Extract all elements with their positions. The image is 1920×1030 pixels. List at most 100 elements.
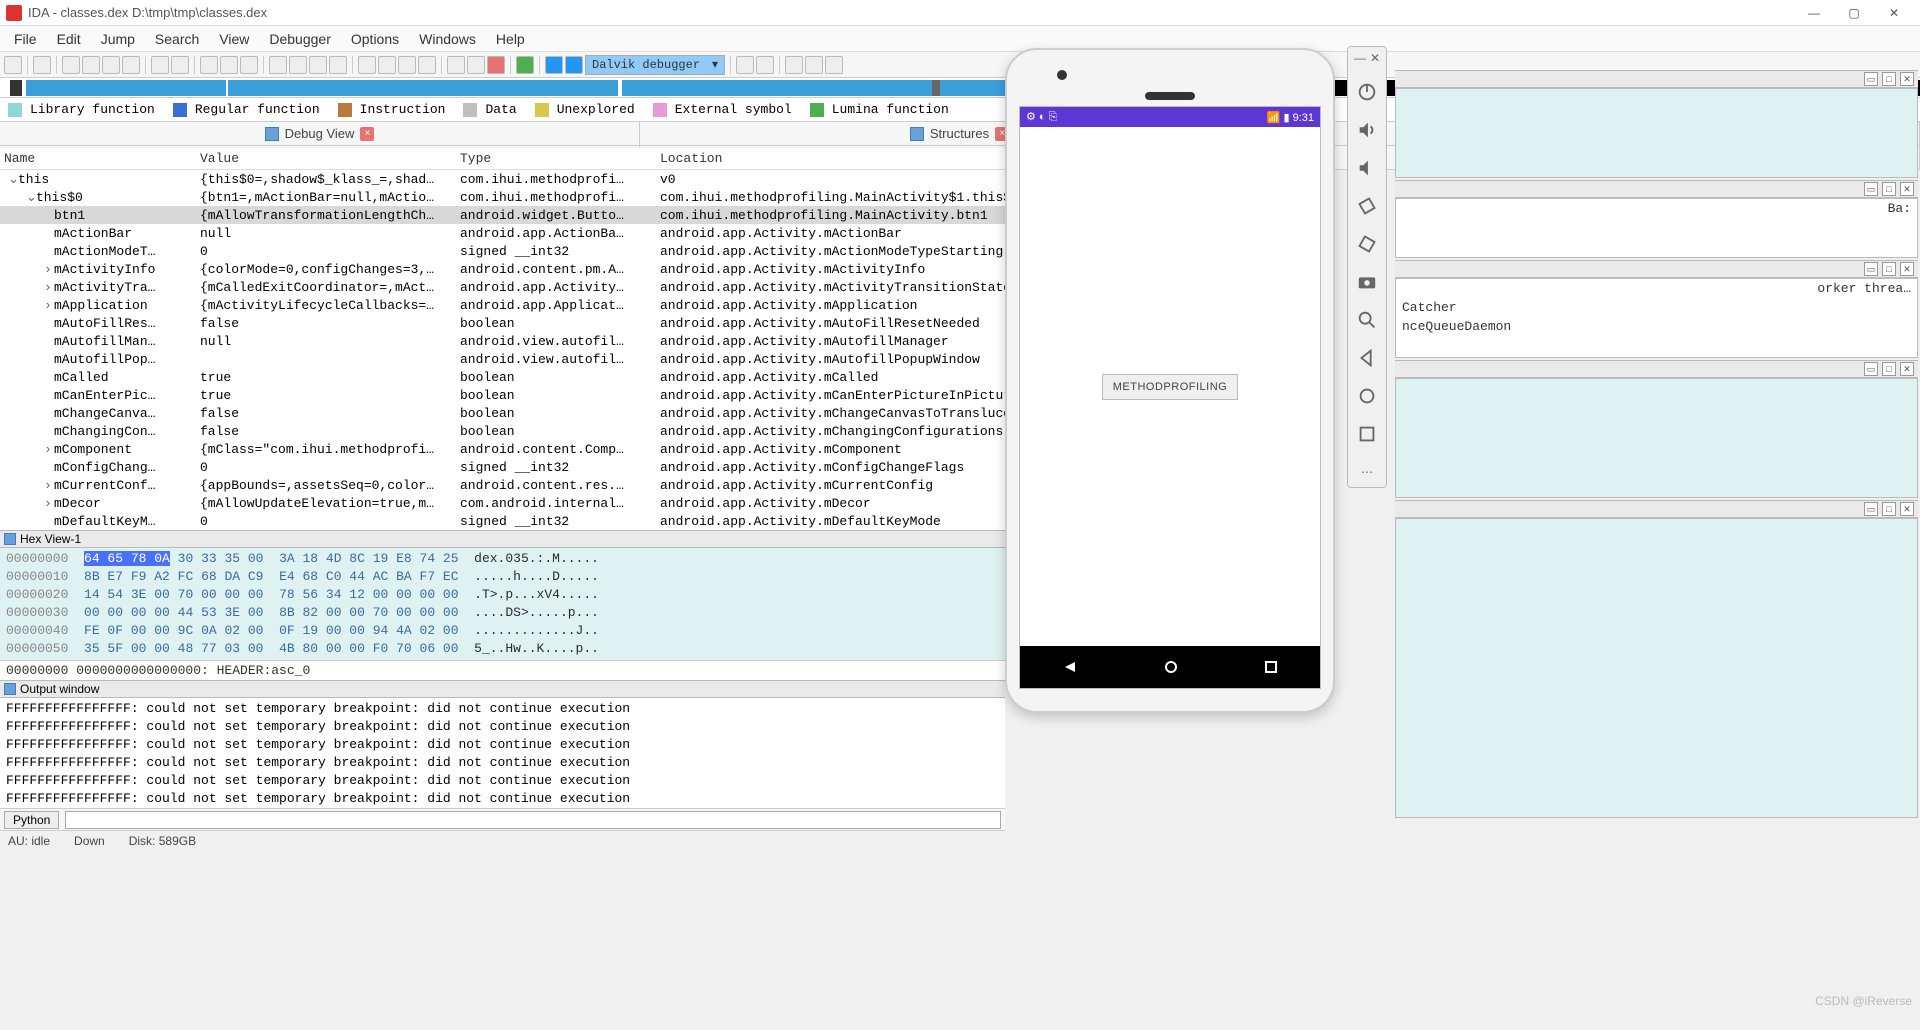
rpane2-max-icon[interactable]: □ [1882, 182, 1896, 196]
locals-row[interactable]: mAutofillPop…android.view.autofil…androi… [0, 350, 1005, 368]
func-icon[interactable] [289, 56, 307, 74]
col-value[interactable]: Value [200, 151, 460, 166]
locals-row[interactable]: mCanEnterPic…truebooleanandroid.app.Acti… [0, 386, 1005, 404]
locals-row[interactable]: mChangeCanva…falsebooleanandroid.app.Act… [0, 404, 1005, 422]
locals-row[interactable]: mCalledtruebooleanandroid.app.Activity.m… [0, 368, 1005, 386]
stop-icon[interactable] [565, 56, 583, 74]
emu-back-icon[interactable] [1356, 347, 1378, 369]
delete-icon[interactable] [487, 56, 505, 74]
volume-up-icon[interactable] [1356, 119, 1378, 141]
locals-row[interactable]: btn1{mAllowTransformationLengthCh…androi… [0, 206, 1005, 224]
dbg1-icon[interactable] [736, 56, 754, 74]
graph-icon[interactable] [269, 56, 287, 74]
dbg5-icon[interactable] [825, 56, 843, 74]
hex-row[interactable]: 00000040 FE 0F 00 00 9C 0A 02 00 0F 19 0… [6, 622, 999, 640]
col-location[interactable]: Location [660, 151, 1005, 166]
menu-debugger[interactable]: Debugger [259, 29, 341, 49]
maximize-button[interactable]: ▢ [1834, 2, 1874, 24]
emu-home-icon[interactable] [1356, 385, 1378, 407]
emu-more-icon[interactable]: ⋯ [1356, 461, 1378, 483]
locals-row[interactable]: mDefaultKeyM…0signed __int32android.app.… [0, 512, 1005, 530]
text-icon[interactable] [220, 56, 238, 74]
menu-edit[interactable]: Edit [47, 29, 91, 49]
tree-arrow-icon[interactable] [44, 388, 54, 403]
emu-minimize-icon[interactable]: — [1354, 51, 1366, 65]
locals-row[interactable]: mAutoFillRes…falsebooleanandroid.app.Act… [0, 314, 1005, 332]
tree-arrow-icon[interactable] [44, 514, 54, 529]
rpane4-close-icon[interactable]: ✕ [1900, 362, 1914, 376]
tree-arrow-icon[interactable] [44, 334, 54, 349]
menu-options[interactable]: Options [341, 29, 409, 49]
rpane1-max-icon[interactable]: □ [1882, 72, 1896, 86]
hex-icon[interactable] [200, 56, 218, 74]
close-button[interactable]: ✕ [1874, 2, 1914, 24]
pause-icon[interactable] [545, 56, 563, 74]
locals-row[interactable]: ›mCurrentConf…{appBounds=,assetsSeq=0,co… [0, 476, 1005, 494]
locals-row[interactable]: ›mComponent{mClass="com.ihui.methodprofi… [0, 440, 1005, 458]
hex-row[interactable]: 00000010 8B E7 F9 A2 FC 68 DA C9 E4 68 C… [6, 568, 999, 586]
hex-row[interactable]: 00000050 35 5F 00 00 48 77 03 00 4B 80 0… [6, 640, 999, 658]
methodprofiling-button[interactable]: METHODPROFILING [1102, 374, 1238, 400]
tree-arrow-icon[interactable] [44, 208, 54, 223]
locals-row[interactable]: ›mActivityTra…{mCalledExitCoordinator=,m… [0, 278, 1005, 296]
tree-arrow-icon[interactable]: › [44, 496, 54, 511]
rpane3-max-icon[interactable]: □ [1882, 262, 1896, 276]
misc4-icon[interactable] [418, 56, 436, 74]
phone-back-icon[interactable] [1063, 660, 1077, 674]
rpane4-rest-icon[interactable]: ▭ [1864, 362, 1878, 376]
tab-debug-view[interactable]: Debug View× [0, 122, 640, 145]
tree-arrow-icon[interactable] [44, 352, 54, 367]
col-type[interactable]: Type [460, 151, 660, 166]
zoom-icon[interactable] [240, 56, 258, 74]
tree-arrow-icon[interactable]: ⌄ [26, 190, 36, 205]
forward-icon[interactable] [82, 56, 100, 74]
menu-search[interactable]: Search [145, 29, 209, 49]
locals-row[interactable]: ⌄this$0{btn1=,mActionBar=null,mActio…com… [0, 188, 1005, 206]
zoom-icon[interactable] [1356, 309, 1378, 331]
tree-arrow-icon[interactable] [44, 370, 54, 385]
locals-row[interactable]: ›mActivityInfo{colorMode=0,configChanges… [0, 260, 1005, 278]
locals-row[interactable]: mChangingCon…falsebooleanandroid.app.Act… [0, 422, 1005, 440]
rpane2-close-icon[interactable]: ✕ [1900, 182, 1914, 196]
menu-view[interactable]: View [209, 29, 259, 49]
phone-home-icon[interactable] [1164, 660, 1178, 674]
tree-arrow-icon[interactable]: › [44, 442, 54, 457]
hex-row[interactable]: 00000030 00 00 00 00 44 53 3E 00 8B 82 0… [6, 604, 999, 622]
menu-help[interactable]: Help [486, 29, 535, 49]
power-icon[interactable] [1356, 81, 1378, 103]
rpane3-rest-icon[interactable]: ▭ [1864, 262, 1878, 276]
back-icon[interactable] [62, 56, 80, 74]
misc3-icon[interactable] [398, 56, 416, 74]
misc5-icon[interactable] [447, 56, 465, 74]
rpane1-rest-icon[interactable]: ▭ [1864, 72, 1878, 86]
open-icon[interactable] [4, 56, 22, 74]
tree-arrow-icon[interactable]: › [44, 280, 54, 295]
col-name[interactable]: Name [0, 151, 200, 166]
hex-view[interactable]: 00000000 64 65 78 0A 30 33 35 00 3A 18 4… [0, 548, 1005, 660]
menu-jump[interactable]: Jump [91, 29, 145, 49]
output-window[interactable]: FFFFFFFFFFFFFFFF: could not set temporar… [0, 698, 1005, 808]
misc1-icon[interactable] [358, 56, 376, 74]
locals-row[interactable]: mActionBarnullandroid.app.ActionBa…andro… [0, 224, 1005, 242]
phone-recent-icon[interactable] [1265, 661, 1277, 673]
locals-row[interactable]: mAutofillMan…nullandroid.view.autofil…an… [0, 332, 1005, 350]
dbg3-icon[interactable] [785, 56, 803, 74]
misc2-icon[interactable] [378, 56, 396, 74]
locals-row[interactable]: ›mDecor{mAllowUpdateElevation=true,m…com… [0, 494, 1005, 512]
locals-row[interactable]: mActionModeT…0signed __int32android.app.… [0, 242, 1005, 260]
tree-arrow-icon[interactable]: › [44, 262, 54, 277]
rpane2-rest-icon[interactable]: ▭ [1864, 182, 1878, 196]
debugger-selector[interactable]: Dalvik debugger ▾ [585, 55, 725, 75]
save-icon[interactable] [33, 56, 51, 74]
struct-icon[interactable] [309, 56, 327, 74]
enum-icon[interactable] [329, 56, 347, 74]
emu-close-icon[interactable]: ✕ [1370, 51, 1380, 65]
tree-arrow-icon[interactable] [44, 244, 54, 259]
tree-arrow-icon[interactable]: › [44, 478, 54, 493]
tab-close-icon[interactable]: × [360, 127, 374, 141]
search-next-icon[interactable] [171, 56, 189, 74]
emu-overview-icon[interactable] [1356, 423, 1378, 445]
locals-row[interactable]: mConfigChang…0signed __int32android.app.… [0, 458, 1005, 476]
camera-icon[interactable] [1356, 271, 1378, 293]
menu-windows[interactable]: Windows [409, 29, 486, 49]
